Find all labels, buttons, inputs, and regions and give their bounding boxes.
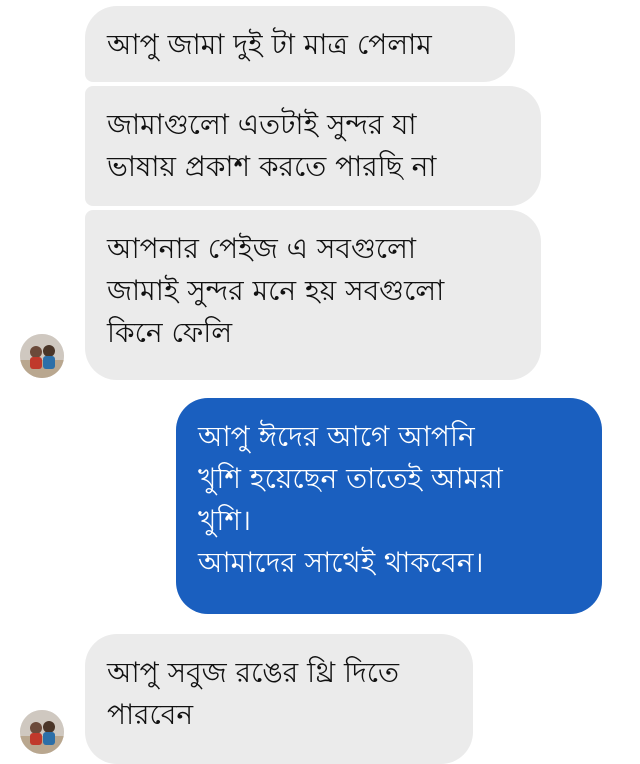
avatar-photo-icon [20, 710, 64, 754]
message-text-line: কিনে ফেলি [107, 316, 233, 349]
message-bubble-incoming[interactable]: আপু জামা দুই টা মাত্র পেলাম [85, 6, 515, 82]
message-bubble-outgoing[interactable]: আপু ঈদের আগে আপনি খুশি হয়েছেন তাতেই আমর… [176, 398, 602, 614]
avatar-photo-icon [20, 334, 64, 378]
message-text-line: জামাগুলো এতটাই সুন্দর যা [107, 108, 417, 141]
message-bubble-incoming[interactable]: আপনার পেইজ এ সবগুলো জামাই সুন্দর মনে হয়… [85, 210, 541, 380]
message-text-line: খুশি হয়েছেন তাতেই আমরা [198, 462, 503, 495]
message-text-line: পারবেন [107, 698, 194, 731]
message-text-line: খুশি। [198, 504, 251, 537]
message-text-line: আমাদের সাথেই থাকবেন। [198, 546, 484, 579]
message-text-line: ভাষায় প্রকাশ করতে পারছি না [107, 150, 437, 183]
message-text-line: আপু জামা দুই টা মাত্র পেলাম [107, 28, 432, 61]
sender-avatar[interactable] [20, 710, 64, 754]
message-text-line: আপনার পেইজ এ সবগুলো [107, 232, 417, 265]
chat-thread: আপু জামা দুই টা মাত্র পেলাম জামাগুলো এতট… [0, 0, 640, 764]
message-bubble-incoming[interactable]: আপু সবুজ রঙের থ্রি দিতে পারবেন [85, 634, 473, 764]
message-bubble-incoming[interactable]: জামাগুলো এতটাই সুন্দর যা ভাষায় প্রকাশ ক… [85, 86, 541, 206]
message-text-line: জামাই সুন্দর মনে হয় সবগুলো [107, 274, 445, 307]
message-text-line: আপু ঈদের আগে আপনি [198, 420, 475, 453]
sender-avatar[interactable] [20, 334, 64, 378]
message-text-line: আপু সবুজ রঙের থ্রি দিতে [107, 656, 399, 689]
